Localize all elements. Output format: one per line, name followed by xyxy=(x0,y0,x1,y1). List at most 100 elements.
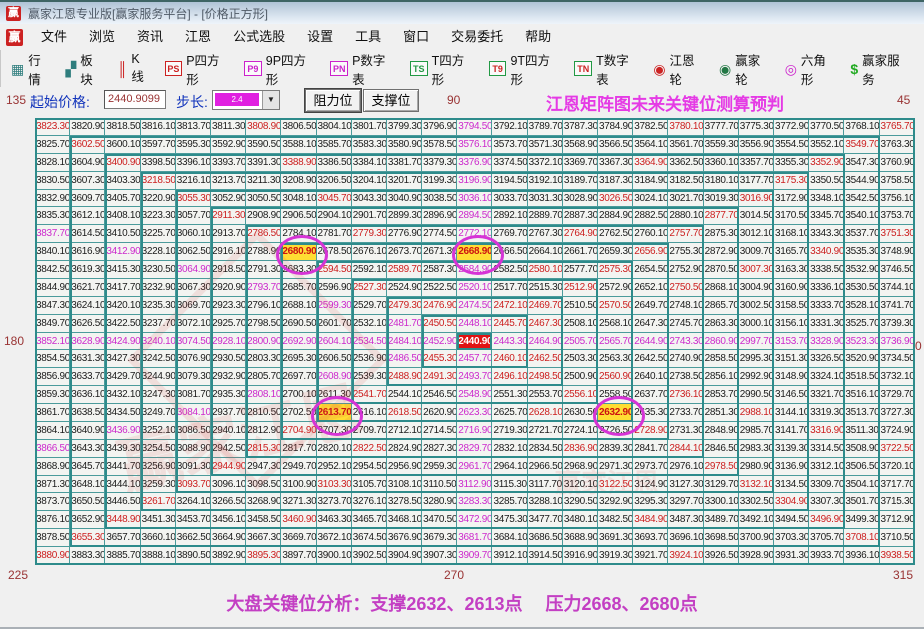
matrix-cell[interactable]: 2493.70 xyxy=(457,368,492,386)
matrix-cell[interactable]: 2484.10 xyxy=(387,333,422,351)
matrix-cell[interactable]: 2904.10 xyxy=(317,207,352,225)
matrix-cell[interactable]: 3268.90 xyxy=(246,493,281,511)
matrix-cell[interactable]: 3223.30 xyxy=(141,207,176,225)
matrix-cell[interactable]: 2997.70 xyxy=(739,333,774,351)
matrix-cell[interactable]: 3415.30 xyxy=(105,261,140,279)
matrix-cell[interactable]: 2606.50 xyxy=(317,350,352,368)
matrix-cell[interactable]: 2803.30 xyxy=(246,350,281,368)
matrix-cell[interactable]: 3235.30 xyxy=(141,297,176,315)
matrix-cell[interactable]: 3708.10 xyxy=(844,529,879,547)
matrix-cell[interactable]: 3340.90 xyxy=(809,243,844,261)
matrix-cell[interactable]: 3592.90 xyxy=(211,136,246,154)
matrix-cell[interactable]: 3048.10 xyxy=(281,190,316,208)
matrix-cell[interactable]: 3388.90 xyxy=(281,154,316,172)
matrix-cell[interactable]: 2829.70 xyxy=(457,440,492,458)
matrix-cell[interactable]: 3362.50 xyxy=(668,154,703,172)
matrix-cell[interactable]: 3597.70 xyxy=(141,136,176,154)
matrix-cell[interactable]: 3446.50 xyxy=(105,493,140,511)
matrix-cell[interactable]: 3679.30 xyxy=(422,529,457,547)
matrix-cell[interactable]: 3914.50 xyxy=(528,547,563,565)
matrix-cell[interactable]: 3391.30 xyxy=(246,154,281,172)
matrix-cell[interactable]: 3086.50 xyxy=(176,422,211,440)
matrix-cell[interactable]: 3465.70 xyxy=(352,511,387,529)
matrix-cell[interactable]: 3868.90 xyxy=(35,458,70,476)
matrix-cell[interactable]: 2793.70 xyxy=(246,279,281,297)
matrix-cell[interactable]: 3897.70 xyxy=(281,547,316,565)
chevron-down-icon[interactable]: ▼ xyxy=(262,91,279,109)
matrix-cell[interactable]: 3561.70 xyxy=(668,136,703,154)
matrix-cell[interactable]: 3338.50 xyxy=(809,261,844,279)
matrix-cell[interactable]: 3028.90 xyxy=(563,190,598,208)
matrix-cell[interactable]: 3060.10 xyxy=(176,225,211,243)
matrix-cell[interactable]: 3259.30 xyxy=(141,476,176,494)
matrix-cell[interactable]: 2464.90 xyxy=(528,333,563,351)
matrix-cell[interactable]: 3825.70 xyxy=(35,136,70,154)
matrix-cell[interactable]: 3201.70 xyxy=(387,172,422,190)
matrix-cell[interactable]: 3230.50 xyxy=(141,261,176,279)
matrix-cell[interactable]: 3422.50 xyxy=(105,315,140,333)
matrix-cell[interactable]: 2719.30 xyxy=(492,422,527,440)
matrix-cell[interactable]: 3482.50 xyxy=(598,511,633,529)
matrix-cell[interactable]: 2601.70 xyxy=(317,315,352,333)
matrix-cell[interactable]: 2587.30 xyxy=(422,261,457,279)
matrix-cell[interactable]: 2671.30 xyxy=(422,243,457,261)
matrix-cell[interactable]: 2712.10 xyxy=(387,422,422,440)
matrix-cell[interactable]: 3741.70 xyxy=(880,297,915,315)
matrix-cell[interactable]: 3321.70 xyxy=(809,386,844,404)
matrix-cell[interactable]: 2683.30 xyxy=(281,261,316,279)
matrix-cell[interactable]: 3458.50 xyxy=(246,511,281,529)
matrix-cell[interactable]: 3396.10 xyxy=(176,154,211,172)
matrix-cell[interactable]: 3830.50 xyxy=(35,172,70,190)
matrix-cell[interactable]: 3129.70 xyxy=(704,476,739,494)
matrix-cell[interactable]: 3297.70 xyxy=(668,493,703,511)
matrix-cell[interactable]: 2661.70 xyxy=(563,243,598,261)
matrix-cell[interactable]: 3451.30 xyxy=(141,511,176,529)
matrix-cell[interactable]: 3124.90 xyxy=(633,476,668,494)
matrix-cell[interactable]: 3069.70 xyxy=(176,297,211,315)
matrix-cell[interactable]: 2532.10 xyxy=(352,315,387,333)
matrix-cell[interactable]: 3405.70 xyxy=(105,190,140,208)
matrix-cell[interactable]: 3547.30 xyxy=(844,154,879,172)
matrix-cell[interactable]: 2450.50 xyxy=(422,315,457,333)
matrix-cell[interactable]: 3254.50 xyxy=(141,440,176,458)
matrix-cell[interactable]: 3686.50 xyxy=(528,529,563,547)
matrix-cell[interactable]: 3424.90 xyxy=(105,333,140,351)
matrix-cell[interactable]: 3079.30 xyxy=(176,368,211,386)
matrix-cell[interactable]: 3849.70 xyxy=(35,315,70,333)
matrix-cell[interactable]: 2784.10 xyxy=(281,225,316,243)
matrix-cell[interactable]: 3309.70 xyxy=(809,476,844,494)
matrix-cell[interactable]: 3369.70 xyxy=(563,154,598,172)
matrix-cell[interactable]: 3669.70 xyxy=(281,529,316,547)
matrix-cell[interactable]: 2512.90 xyxy=(563,279,598,297)
matrix-cell[interactable]: 3076.90 xyxy=(176,350,211,368)
matrix-cell[interactable]: 3261.70 xyxy=(141,493,176,511)
matrix-cell[interactable]: 3660.10 xyxy=(141,529,176,547)
matrix-cell[interactable]: 3638.50 xyxy=(70,404,105,422)
matrix-cell[interactable]: 2925.70 xyxy=(211,315,246,333)
matrix-cell[interactable]: 3016.90 xyxy=(739,190,774,208)
matrix-cell[interactable]: 3518.50 xyxy=(844,368,879,386)
matrix-cell[interactable]: 3196.90 xyxy=(457,172,492,190)
matrix-cell[interactable]: 2918.50 xyxy=(211,261,246,279)
matrix-cell[interactable]: 3535.30 xyxy=(844,243,879,261)
matrix-cell[interactable]: 3326.50 xyxy=(809,350,844,368)
matrix-cell[interactable]: 3280.90 xyxy=(422,493,457,511)
matrix-cell[interactable]: 3847.30 xyxy=(35,297,70,315)
matrix-cell[interactable]: 3655.30 xyxy=(70,529,105,547)
matrix-cell[interactable]: 3355.30 xyxy=(774,154,809,172)
matrix-cell[interactable]: 3720.10 xyxy=(880,458,915,476)
matrix-cell[interactable]: 3931.30 xyxy=(774,547,809,565)
matrix-cell[interactable]: 3278.50 xyxy=(387,493,422,511)
matrix-cell[interactable]: 2824.90 xyxy=(387,440,422,458)
matrix-cell[interactable]: 3112.90 xyxy=(457,476,492,494)
matrix-cell[interactable]: 2920.90 xyxy=(211,279,246,297)
matrix-cell[interactable]: 3763.30 xyxy=(880,136,915,154)
matrix-cell[interactable]: 2851.30 xyxy=(704,404,739,422)
matrix-cell[interactable]: 3775.30 xyxy=(739,118,774,136)
matrix-cell[interactable]: 2935.30 xyxy=(211,386,246,404)
matrix-cell[interactable]: 2491.30 xyxy=(422,368,457,386)
matrix-cell[interactable]: 2956.90 xyxy=(387,458,422,476)
matrix-cell[interactable]: 3237.70 xyxy=(141,315,176,333)
matrix-cell[interactable]: 3780.10 xyxy=(668,118,703,136)
matrix-cell[interactable]: 2877.70 xyxy=(704,207,739,225)
